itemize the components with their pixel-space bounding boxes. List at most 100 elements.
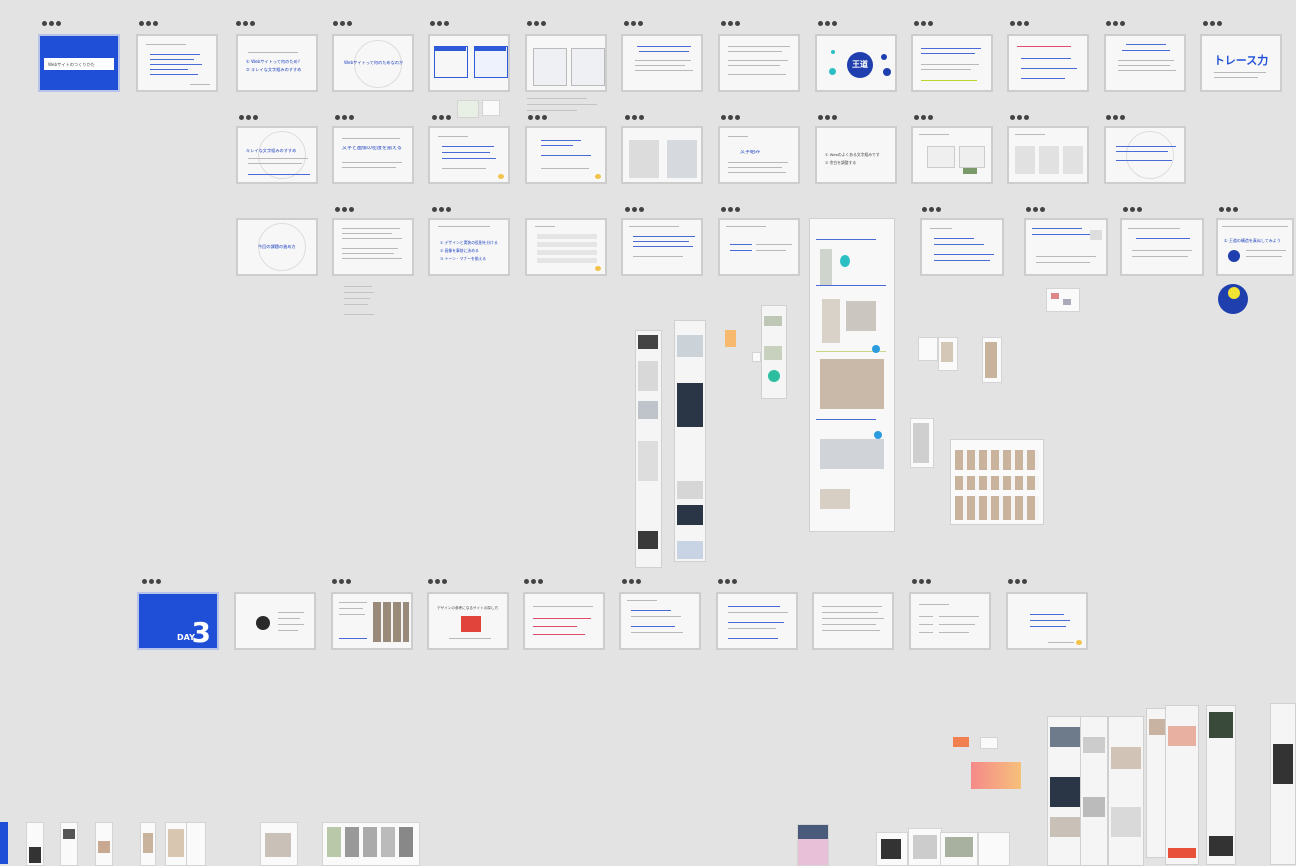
slide-menu-icon[interactable] bbox=[527, 20, 549, 26]
slide-menu-icon[interactable] bbox=[332, 578, 354, 584]
canvas[interactable]: { "row1": { "slide1_title": "Webサイトのつくりか… bbox=[0, 0, 1296, 866]
slide-menu-icon[interactable] bbox=[333, 20, 355, 26]
slide-menu-icon[interactable] bbox=[914, 20, 936, 26]
slide-menu-icon[interactable] bbox=[625, 114, 647, 120]
slide-3-10[interactable] bbox=[1120, 218, 1204, 276]
sticker-image[interactable] bbox=[482, 100, 500, 116]
sticker-image[interactable] bbox=[918, 337, 938, 361]
slide-menu-icon[interactable] bbox=[1008, 578, 1030, 584]
sticker-image[interactable] bbox=[978, 832, 1010, 866]
slide-menu-icon[interactable] bbox=[432, 206, 454, 212]
slide-1-4[interactable]: Webサイトって何のためなのか bbox=[332, 34, 414, 92]
slide-menu-icon[interactable] bbox=[524, 578, 546, 584]
slide-2-2[interactable]: 文字と画像の密度を揃える bbox=[332, 126, 414, 184]
slide-menu-icon[interactable] bbox=[142, 578, 164, 584]
slide-1-13[interactable]: トレース力 bbox=[1200, 34, 1282, 92]
screenshot-strip[interactable] bbox=[761, 305, 787, 399]
slide-menu-icon[interactable] bbox=[818, 20, 840, 26]
slide-menu-icon[interactable] bbox=[912, 578, 934, 584]
slide-4-4[interactable]: デザインの参考になるサイトの探し方 bbox=[427, 592, 509, 650]
slide-menu-icon[interactable] bbox=[922, 206, 944, 212]
slide-menu-icon[interactable] bbox=[528, 114, 550, 120]
slide-menu-icon[interactable] bbox=[1026, 206, 1048, 212]
sticker-image[interactable] bbox=[910, 418, 934, 468]
slide-3-11[interactable]: ① 王道の構造を真似してみよう bbox=[1216, 218, 1294, 276]
slide-4-9[interactable] bbox=[909, 592, 991, 650]
slide-menu-icon[interactable] bbox=[914, 114, 936, 120]
sticker-image[interactable] bbox=[876, 832, 908, 866]
slide-1-9[interactable]: 王道 bbox=[815, 34, 897, 92]
slide-menu-icon[interactable] bbox=[818, 114, 840, 120]
slide-2-4[interactable] bbox=[525, 126, 607, 184]
sticker-image[interactable] bbox=[322, 822, 420, 866]
sticker-image[interactable] bbox=[60, 822, 78, 866]
slide-menu-icon[interactable] bbox=[1106, 114, 1128, 120]
sticky-note[interactable] bbox=[725, 330, 736, 347]
slide-menu-icon[interactable] bbox=[1123, 206, 1145, 212]
sticker-image[interactable] bbox=[457, 100, 479, 118]
slide-menu-icon[interactable] bbox=[1010, 20, 1032, 26]
screenshot-strip[interactable] bbox=[1270, 703, 1296, 865]
slide-4-10[interactable] bbox=[1006, 592, 1088, 650]
slide-menu-icon[interactable] bbox=[335, 206, 357, 212]
sticker-image[interactable] bbox=[165, 822, 187, 866]
slide-menu-icon[interactable] bbox=[236, 20, 258, 26]
slide-menu-icon[interactable] bbox=[721, 114, 743, 120]
sticker-image[interactable] bbox=[940, 832, 978, 866]
sticker-image[interactable] bbox=[95, 822, 113, 866]
slide-menu-icon[interactable] bbox=[1203, 20, 1225, 26]
slide-menu-icon[interactable] bbox=[1106, 20, 1128, 26]
screenshot-strip[interactable] bbox=[635, 330, 662, 568]
slide-3-6[interactable] bbox=[718, 218, 800, 276]
slide-4-6[interactable] bbox=[619, 592, 701, 650]
slide-menu-icon[interactable] bbox=[42, 20, 64, 26]
sticker-image[interactable] bbox=[260, 822, 298, 866]
gradient-sticker[interactable] bbox=[971, 762, 1021, 789]
slide-menu-icon[interactable] bbox=[335, 114, 357, 120]
sticker-image[interactable] bbox=[982, 337, 1002, 383]
slide-1-6[interactable] bbox=[525, 34, 607, 92]
slide-4-8[interactable] bbox=[812, 592, 894, 650]
slide-menu-icon[interactable] bbox=[430, 20, 452, 26]
layout-sheet[interactable] bbox=[809, 218, 895, 532]
slide-menu-icon[interactable] bbox=[718, 578, 740, 584]
slide-menu-icon[interactable] bbox=[239, 114, 261, 120]
slide-menu-icon[interactable] bbox=[622, 578, 644, 584]
slide-2-5[interactable] bbox=[621, 126, 703, 184]
slide-1-3[interactable]: ① Webサイトって何のため？ ② キレイな文字組みのすすめ bbox=[236, 34, 318, 92]
slide-menu-icon[interactable] bbox=[428, 578, 450, 584]
sticker-image[interactable] bbox=[186, 822, 206, 866]
slide-menu-icon[interactable] bbox=[721, 20, 743, 26]
slide-menu-icon[interactable] bbox=[625, 206, 647, 212]
slide-menu-icon[interactable] bbox=[1219, 206, 1241, 212]
slide-2-7[interactable]: ① Webのよくある文字組みです ② 余白を調整する bbox=[815, 126, 897, 184]
sticker-image[interactable] bbox=[938, 337, 958, 371]
slide-menu-icon[interactable] bbox=[721, 206, 743, 212]
slide-1-11[interactable] bbox=[1007, 34, 1089, 92]
slide-2-10[interactable] bbox=[1104, 126, 1186, 184]
slide-1-8[interactable] bbox=[718, 34, 800, 92]
slide-menu-icon[interactable] bbox=[624, 20, 646, 26]
slide-2-6[interactable]: 文字組み bbox=[718, 126, 800, 184]
slide-3-5[interactable] bbox=[621, 218, 703, 276]
sticker-image[interactable] bbox=[26, 822, 44, 866]
slide-1-2[interactable] bbox=[136, 34, 218, 92]
slide-3-4[interactable] bbox=[525, 218, 607, 276]
sticker-image[interactable] bbox=[1046, 288, 1080, 312]
slide-3-8[interactable] bbox=[920, 218, 1004, 276]
sticker-image[interactable] bbox=[140, 822, 156, 866]
slide-2-9[interactable] bbox=[1007, 126, 1089, 184]
slide-1-5[interactable] bbox=[428, 34, 510, 92]
slide-1-1[interactable]: Webサイトのつくりかた bbox=[38, 34, 120, 92]
sticker-image[interactable] bbox=[908, 828, 942, 866]
sticker-image[interactable] bbox=[980, 737, 998, 749]
slide-3-1[interactable]: 今回の課題の進め方 bbox=[236, 218, 318, 276]
slide-2-1[interactable]: キレイな文字組みのすすめ bbox=[236, 126, 318, 184]
slide-4-1[interactable]: 3 DAY bbox=[137, 592, 219, 650]
slide-1-12[interactable] bbox=[1104, 34, 1186, 92]
slide-3-3[interactable]: ① デザインと実装の役割を分ける ② 画像を事前に決める ③ トーン・マナーを揃… bbox=[428, 218, 510, 276]
screenshot-strip[interactable] bbox=[1108, 716, 1144, 866]
sticker-circle[interactable] bbox=[1218, 284, 1248, 314]
slide-3-9[interactable] bbox=[1024, 218, 1108, 276]
slide-4-5[interactable] bbox=[523, 592, 605, 650]
